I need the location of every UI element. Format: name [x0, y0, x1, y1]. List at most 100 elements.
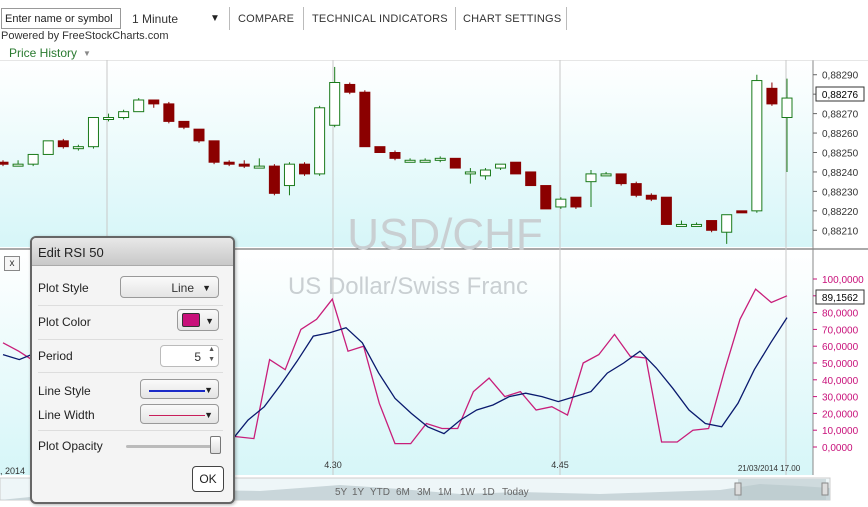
- range-1w-button[interactable]: 1W: [460, 487, 475, 498]
- rsi-tick-label: 100,0000: [822, 275, 864, 286]
- candle-body: [72, 146, 84, 150]
- candle-body: [57, 140, 69, 148]
- candle-body: [87, 117, 99, 148]
- candle-body: [314, 107, 326, 175]
- candle-body: [374, 146, 386, 153]
- compare-button[interactable]: COMPARE: [238, 13, 294, 25]
- candle-body: [675, 223, 687, 227]
- toolbar-divider: [229, 7, 230, 30]
- candle-body: [585, 173, 597, 183]
- dialog-divider: [38, 339, 223, 340]
- range-3m-button[interactable]: 3M: [417, 487, 431, 498]
- close-indicator-button[interactable]: x: [4, 256, 20, 271]
- ok-button[interactable]: OK: [192, 466, 224, 492]
- chart-settings-button[interactable]: CHART SETTINGS: [463, 13, 561, 25]
- candle-body: [12, 163, 24, 167]
- price-tick-label: 0,88210: [822, 226, 859, 237]
- candle-body: [600, 173, 612, 177]
- time-label: 4.30: [324, 460, 342, 470]
- price-tick-label: 0,88240: [822, 168, 859, 179]
- price-current-value: 0,88276: [822, 90, 859, 101]
- chevron-down-icon: ▼: [204, 410, 213, 420]
- candle-body: [645, 194, 657, 200]
- range-ytd-button[interactable]: YTD: [370, 487, 390, 498]
- interval-select[interactable]: 1 Minute: [132, 12, 178, 26]
- time-label: , 2014: [0, 466, 25, 476]
- candle-body: [404, 159, 416, 163]
- range-today-button[interactable]: Today: [502, 487, 529, 498]
- candle-body: [283, 163, 295, 187]
- plot-style-select[interactable]: Line ▼: [120, 276, 219, 298]
- candle-body: [223, 161, 235, 165]
- range-1m-button[interactable]: 1M: [438, 487, 452, 498]
- candle-body: [329, 82, 341, 126]
- candle-body: [736, 210, 748, 214]
- candle-body: [449, 157, 461, 169]
- candle-body: [299, 163, 311, 175]
- dialog-divider: [38, 430, 223, 431]
- candle-body: [148, 99, 160, 105]
- time-label: 4.45: [551, 460, 569, 470]
- color-swatch: [182, 313, 200, 327]
- rsi-tick-label: 30,0000: [822, 393, 859, 404]
- candle-body: [0, 161, 9, 165]
- navigator-right-handle[interactable]: [821, 482, 829, 496]
- candle-body: [464, 171, 476, 175]
- symbol-search-input[interactable]: [1, 8, 121, 29]
- opacity-slider-thumb[interactable]: [210, 436, 221, 454]
- period-value: 5: [194, 350, 201, 364]
- candle-body: [525, 171, 537, 187]
- candle-body: [570, 196, 582, 208]
- candle-body: [359, 91, 371, 148]
- rsi-tick-label: 50,0000: [822, 359, 859, 370]
- price-history-menu[interactable]: Price History: [9, 46, 77, 60]
- candle-body: [691, 223, 703, 227]
- candle-body: [133, 99, 145, 113]
- candle-body: [706, 220, 718, 231]
- rsi-current-value: 89,1562: [822, 293, 859, 304]
- chevron-down-icon[interactable]: ▼: [208, 356, 215, 363]
- technical-indicators-button[interactable]: TECHNICAL INDICATORS: [312, 13, 448, 25]
- powered-by-link[interactable]: Powered by FreeStockCharts.com: [1, 30, 169, 42]
- candle-body: [721, 214, 733, 233]
- range-5y-button[interactable]: 5Y: [335, 487, 347, 498]
- chevron-down-icon[interactable]: ▼: [83, 49, 91, 58]
- candle-body: [495, 163, 507, 169]
- plot-color-picker[interactable]: ▼: [177, 309, 219, 331]
- toolbar-divider: [455, 7, 456, 30]
- navigator-left-handle[interactable]: [734, 482, 742, 496]
- price-tick-label: 0,88260: [822, 129, 859, 140]
- range-6m-button[interactable]: 6M: [396, 487, 410, 498]
- candle-body: [42, 140, 54, 155]
- period-stepper[interactable]: 5 ▲ ▼: [160, 345, 219, 367]
- line-style-sample: [149, 390, 205, 392]
- candle-body: [163, 103, 175, 122]
- dialog-title: Edit RSI 50: [32, 238, 233, 266]
- line-width-select[interactable]: ▼: [140, 404, 219, 424]
- opacity-slider-track[interactable]: [126, 445, 212, 448]
- navigator-window[interactable]: [738, 479, 826, 500]
- candle-body: [238, 163, 250, 167]
- candle-body: [510, 161, 522, 175]
- toolbar-divider: [303, 7, 304, 30]
- rsi-tick-label: 40,0000: [822, 376, 859, 387]
- chevron-up-icon[interactable]: ▲: [208, 346, 215, 353]
- chevron-down-icon: ▼: [204, 385, 213, 395]
- candle-body: [208, 140, 220, 163]
- chevron-down-icon[interactable]: ▼: [210, 13, 220, 24]
- candle-body: [540, 185, 552, 210]
- candle-body: [253, 165, 265, 169]
- rsi-tick-label: 70,0000: [822, 325, 859, 336]
- candle-body: [419, 159, 431, 163]
- line-style-select[interactable]: ▼: [140, 379, 219, 399]
- dialog-divider: [38, 372, 223, 373]
- range-1d-button[interactable]: 1D: [482, 487, 495, 498]
- edit-rsi-dialog: Edit RSI 50 Plot Style Line ▼ Plot Color…: [30, 236, 235, 504]
- watermark-name: US Dollar/Swiss Franc: [288, 273, 528, 300]
- candle-body: [660, 196, 672, 225]
- candle-body: [344, 83, 356, 93]
- candle-body: [630, 183, 642, 196]
- line-width-sample: [149, 415, 205, 416]
- range-1y-button[interactable]: 1Y: [352, 487, 364, 498]
- candle-body: [389, 152, 401, 159]
